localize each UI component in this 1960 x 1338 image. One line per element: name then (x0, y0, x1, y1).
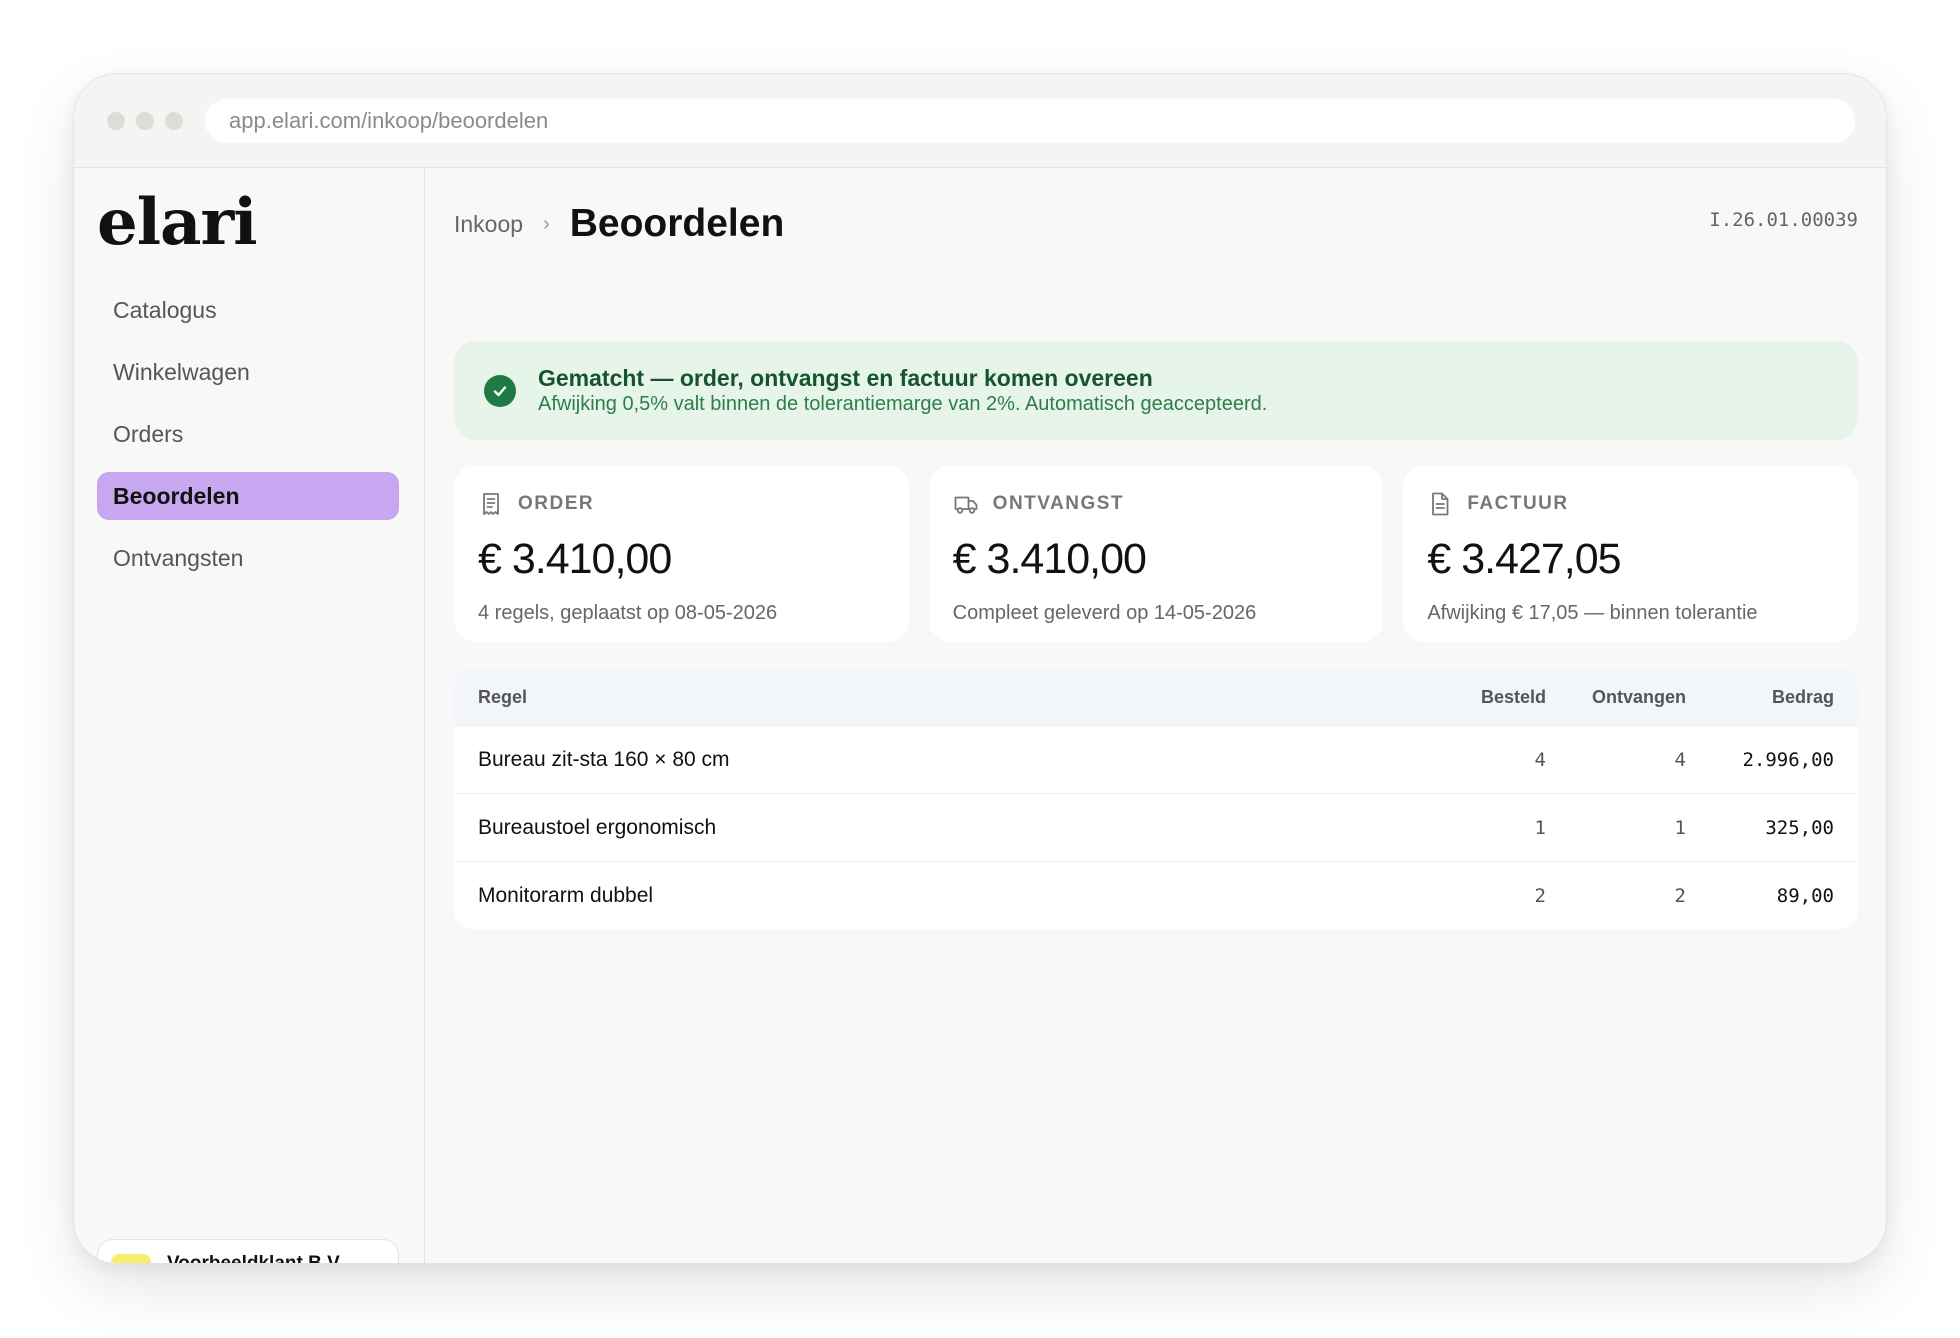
cell-ontvangen: 2 (1674, 884, 1686, 907)
cell-regel: Bureau zit-sta 160 × 80 cm (478, 747, 730, 771)
card-subtext: 4 regels, geplaatst op 08-05-2026 (478, 602, 778, 624)
order-card[interactable]: ORDER € 3.410,00 4 regels, geplaatst op … (454, 465, 909, 642)
sidebar-item-beoordelen[interactable]: Beoordelen (97, 472, 399, 520)
avatar: VB (111, 1254, 151, 1263)
card-label: ORDER (518, 493, 595, 514)
window-close-dot[interactable] (107, 112, 125, 130)
column-header-regel[interactable]: Regel (454, 687, 1406, 708)
account-switcher[interactable]: VB Voorbeeldklant B.V. Inkoop (97, 1239, 399, 1264)
check-circle-icon (484, 374, 516, 407)
table-row[interactable]: Bureaustoel ergonomisch 1 1 325,00 (454, 793, 1858, 861)
cell-besteld: 4 (1534, 748, 1546, 771)
address-bar-url: app.elari.com/inkoop/beoordelen (229, 108, 549, 133)
cell-ontvangen: 1 (1674, 816, 1686, 839)
invoice-card[interactable]: FACTUUR € 3.427,05 Afwijking € 17,05 — b… (1403, 465, 1859, 642)
sidebar-item-winkelwagen[interactable]: Winkelwagen (97, 348, 399, 396)
card-amount: € 3.410,00 (478, 535, 672, 583)
sidebar-item-label: Winkelwagen (113, 358, 250, 385)
cell-besteld: 2 (1534, 884, 1546, 907)
sidebar-item-label: Catalogus (113, 296, 217, 323)
column-header-ontvangen[interactable]: Ontvangen (1546, 687, 1686, 708)
receipt-card[interactable]: ONTVANGST € 3.410,00 Compleet geleverd o… (928, 465, 1384, 642)
cell-regel: Monitorarm dubbel (478, 883, 654, 907)
table-header: Regel Besteld Ontvangen Bedrag (454, 669, 1858, 725)
sidebar-item-ontvangsten[interactable]: Ontvangsten (97, 534, 399, 582)
card-subtext: Compleet geleverd op 14-05-2026 (952, 602, 1257, 624)
column-header-besteld[interactable]: Besteld (1406, 687, 1546, 708)
card-subtext: Afwijking € 17,05 — binnen tolerantie (1427, 602, 1758, 624)
card-label: FACTUUR (1467, 493, 1569, 514)
cell-bedrag: 2.996,00 (1742, 748, 1834, 771)
cell-besteld: 1 (1534, 816, 1546, 839)
match-status-banner: Gematcht — order, ontvangst en factuur k… (454, 341, 1858, 440)
truck-icon (954, 496, 978, 514)
table-row[interactable]: Monitorarm dubbel 2 2 89,00 (454, 861, 1858, 929)
window-maximize-dot[interactable] (165, 112, 183, 130)
sidebar-item-catalogus[interactable]: Catalogus (97, 286, 399, 334)
window-minimize-dot[interactable] (136, 112, 154, 130)
banner-title: Gematcht — order, ontvangst en factuur k… (538, 364, 1153, 391)
card-amount: € 3.427,05 (1427, 535, 1621, 583)
card-amount: € 3.410,00 (952, 535, 1147, 583)
sidebar-item-label: Beoordelen (113, 482, 240, 509)
document-icon (1432, 492, 1449, 516)
app-logo[interactable]: elari (97, 191, 258, 255)
column-header-bedrag[interactable]: Bedrag (1686, 687, 1858, 708)
sidebar-item-label: Orders (113, 420, 184, 447)
breadcrumb: Inkoop › Beoordelen (454, 199, 784, 249)
card-label: ONTVANGST (992, 493, 1125, 514)
sidebar-nav: Catalogus Winkelwagen Orders Beoordelen … (97, 286, 399, 596)
address-bar[interactable]: app.elari.com/inkoop/beoordelen (205, 99, 1855, 143)
main-content: Inkoop › Beoordelen I.26.01.00039 Gematc… (454, 169, 1859, 1263)
cell-regel: Bureaustoel ergonomisch (478, 815, 717, 839)
browser-toolbar: app.elari.com/inkoop/beoordelen (74, 74, 1886, 168)
breadcrumb-parent-link[interactable]: Inkoop (454, 211, 523, 238)
document-id: I.26.01.00039 (1709, 209, 1858, 231)
cell-ontvangen: 4 (1674, 748, 1686, 771)
page-title: Beoordelen (569, 202, 785, 245)
summary-cards: ORDER € 3.410,00 4 regels, geplaatst op … (454, 465, 1859, 642)
receipt-icon (483, 493, 499, 515)
banner-subtitle: Afwijking 0,5% valt binnen de tolerantie… (538, 393, 1268, 416)
sidebar-item-orders[interactable]: Orders (97, 410, 399, 458)
sidebar-item-label: Ontvangsten (113, 544, 244, 571)
table-row[interactable]: Bureau zit-sta 160 × 80 cm 4 4 2.996,00 (454, 725, 1858, 793)
cell-bedrag: 325,00 (1765, 816, 1834, 839)
cell-bedrag: 89,00 (1776, 884, 1834, 907)
chevron-right-icon: › (543, 212, 550, 235)
sidebar: elari Catalogus Winkelwagen Orders Beoor… (74, 169, 425, 1263)
account-name: Voorbeeldklant B.V. (167, 1253, 344, 1264)
browser-window: app.elari.com/inkoop/beoordelen elari Ca… (73, 73, 1887, 1264)
line-items-table: Regel Besteld Ontvangen Bedrag Bureau zi… (454, 669, 1858, 929)
